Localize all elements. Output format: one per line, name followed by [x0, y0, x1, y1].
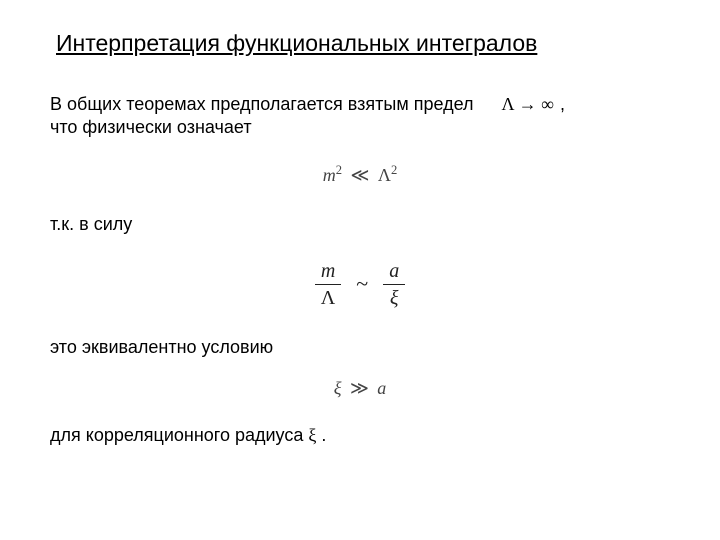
formula1-rhs-exp: 2: [391, 163, 397, 177]
body-text: В общих теоремах предполагается взятым п…: [50, 93, 670, 448]
ratio-right-den: ξ: [383, 285, 405, 310]
ratio-right-num: a: [383, 259, 405, 285]
trailing-comma: ,: [560, 94, 565, 114]
line-3-text: т.к. в силу: [50, 213, 670, 236]
formula3-lhs: ξ: [334, 378, 342, 398]
formula1-lhs-base: m: [323, 165, 336, 185]
ratio-relation: ~: [356, 270, 368, 299]
line-5: для корреляционного радиуса ξ .: [50, 424, 670, 447]
formula-ratio: m Λ ~ a ξ: [50, 259, 670, 310]
ratio-left: m Λ: [315, 259, 342, 310]
formula3-relation: ≫: [350, 378, 369, 398]
line-5-pre: для корреляционного радиуса: [50, 425, 308, 445]
formula1-lhs-exp: 2: [336, 163, 342, 177]
slide-title: Интерпретация функциональных интегралов: [56, 30, 670, 57]
formula3-rhs: a: [377, 378, 386, 398]
ratio-left-den: Λ: [315, 285, 342, 310]
line-1-text: В общих теоремах предполагается взятым п…: [50, 93, 474, 116]
slide: Интерпретация функциональных интегралов …: [0, 0, 720, 540]
ratio-right: a ξ: [383, 259, 405, 310]
line-5-post: .: [316, 425, 326, 445]
limit-expression: Λ → ∞,: [502, 93, 565, 116]
formula-mass-cutoff: m2 ≪ Λ2: [50, 162, 670, 187]
line-2-text: что физически означает: [50, 116, 670, 139]
line-4-text: это эквивалентно условию: [50, 336, 670, 359]
formula1-rhs-base: Λ: [378, 165, 391, 185]
paragraph-1: В общих теоремах предполагается взятым п…: [50, 93, 670, 140]
limit-expr-text: Λ → ∞: [502, 94, 554, 114]
ratio-left-num: m: [315, 259, 342, 285]
line-1-row: В общих теоремах предполагается взятым п…: [50, 93, 670, 116]
formula1-relation: ≪: [351, 165, 370, 185]
formula-correlation: ξ ≫ a: [50, 377, 670, 400]
